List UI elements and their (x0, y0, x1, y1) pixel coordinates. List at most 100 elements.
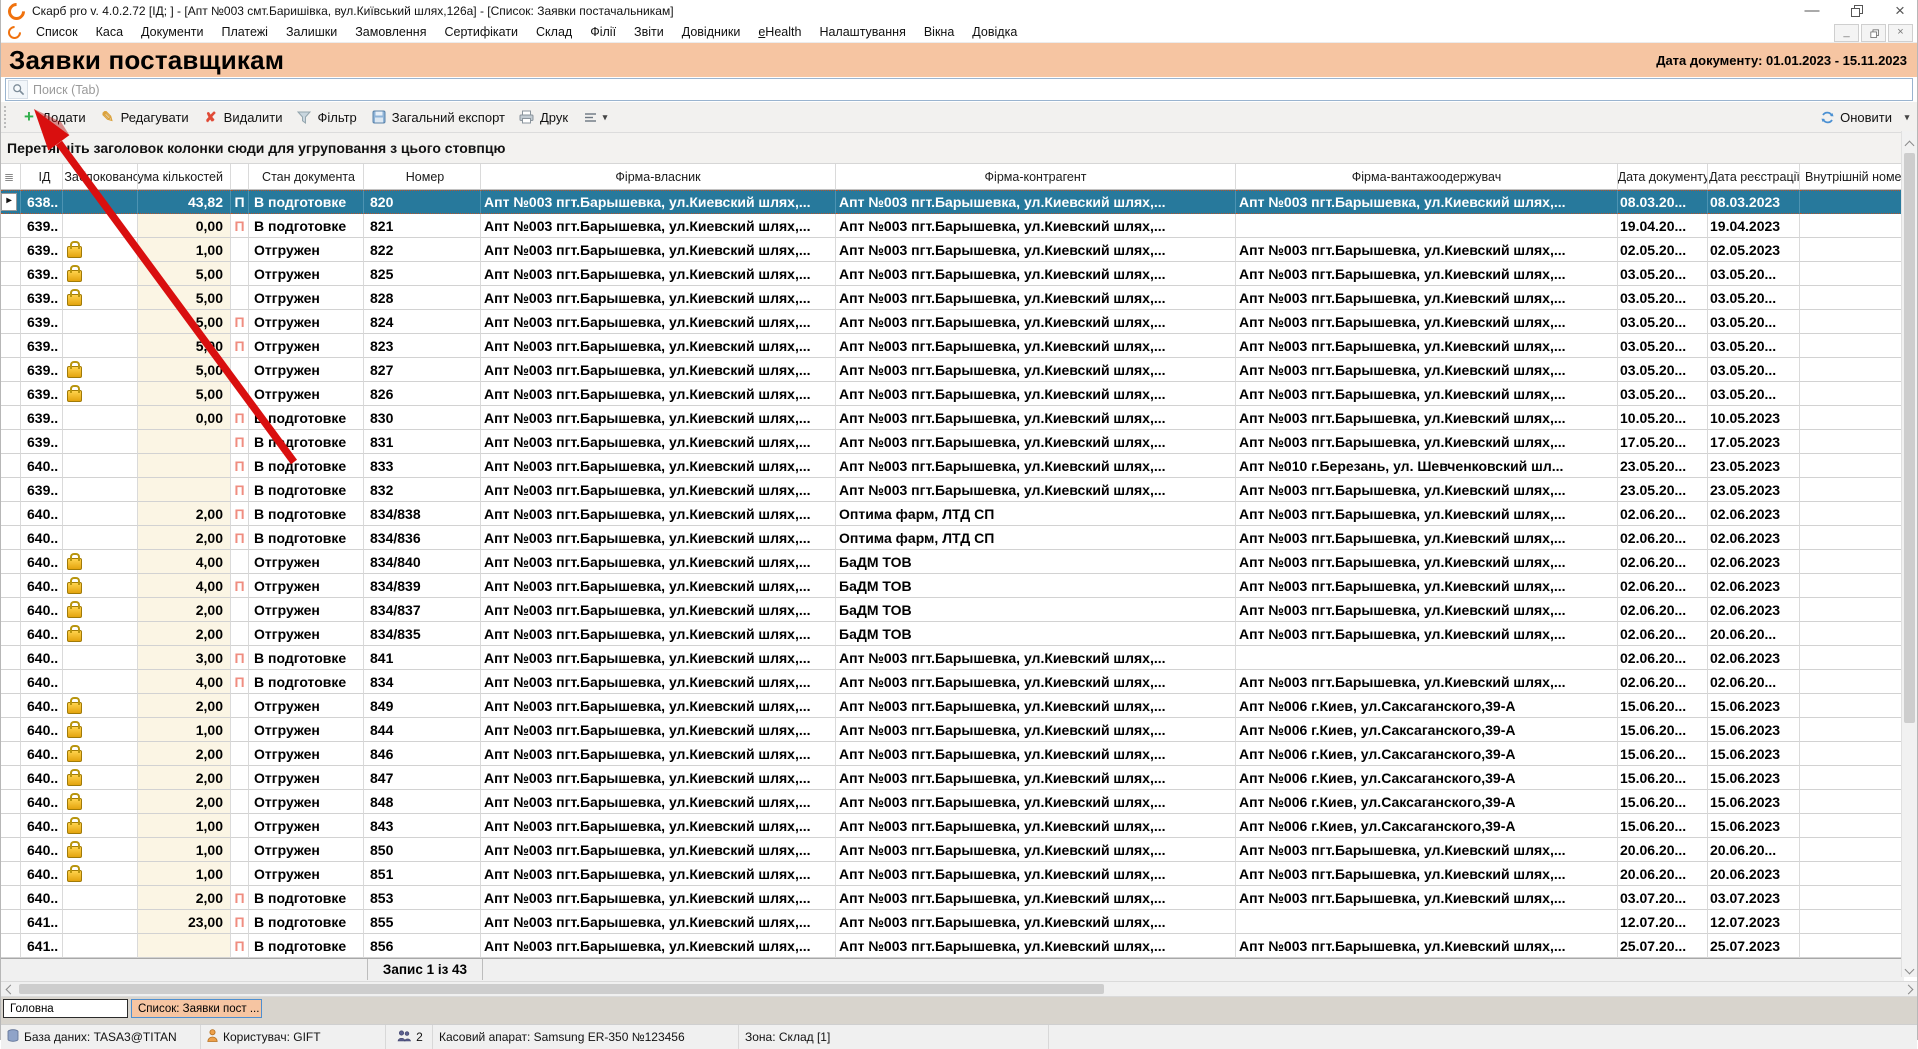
refresh-chevron-down-icon[interactable]: ▾ (1903, 109, 1911, 125)
cell-p[interactable] (231, 622, 249, 646)
search-input[interactable] (28, 80, 1912, 99)
cell-number[interactable]: 834/840 (364, 550, 481, 574)
menu-item[interactable]: Довідка (963, 25, 1026, 39)
cell-date_reg[interactable]: 15.06.2023 (1708, 790, 1800, 814)
cell-internal[interactable] (1800, 358, 1904, 382)
cell-locked[interactable] (63, 646, 138, 670)
cell-consignee[interactable]: Апт №003 пгт.Барышевка, ул.Киевский шлях… (1236, 382, 1618, 406)
cell-number[interactable]: 825 (364, 262, 481, 286)
cell-id[interactable]: 639.. (21, 334, 63, 358)
vertical-scroll-thumb[interactable] (1904, 153, 1915, 723)
cell-date_doc[interactable]: 23.05.20... (1618, 478, 1708, 502)
table-row[interactable]: 640..3,00ПВ подготовке841Апт №003 пгт.Ба… (1, 646, 1904, 670)
cell-date_reg[interactable]: 08.03.2023 (1708, 190, 1800, 214)
cell-internal[interactable] (1800, 382, 1904, 406)
cell-id[interactable]: 640.. (21, 550, 63, 574)
cell-state[interactable]: Отгружен (249, 598, 364, 622)
horizontal-scroll-thumb[interactable] (19, 984, 1104, 994)
cell-date_reg[interactable]: 23.05.2023 (1708, 478, 1800, 502)
cell-state[interactable]: В подготовке (249, 886, 364, 910)
table-row[interactable]: 640..2,00Отгружен834/835Апт №003 пгт.Бар… (1, 622, 1904, 646)
cell-internal[interactable] (1800, 334, 1904, 358)
cell-owner[interactable]: Апт №003 пгт.Барышевка, ул.Киевский шлях… (481, 502, 836, 526)
cell-p[interactable] (231, 286, 249, 310)
cell-owner[interactable]: Апт №003 пгт.Барышевка, ул.Киевский шлях… (481, 262, 836, 286)
cell-locked[interactable] (63, 574, 138, 598)
cell-date_reg[interactable]: 23.05.2023 (1708, 454, 1800, 478)
cell-indicator[interactable] (1, 670, 21, 694)
cell-date_doc[interactable]: 15.06.20... (1618, 766, 1708, 790)
cell-sum[interactable]: 4,00 (138, 550, 231, 574)
cell-id[interactable]: 640.. (21, 814, 63, 838)
cell-indicator[interactable] (1, 934, 21, 958)
cell-indicator[interactable] (1, 214, 21, 238)
cell-state[interactable]: Отгружен (249, 382, 364, 406)
cell-locked[interactable] (63, 502, 138, 526)
cell-date_reg[interactable]: 15.06.2023 (1708, 742, 1800, 766)
cell-date_reg[interactable]: 15.06.2023 (1708, 694, 1800, 718)
cell-date_doc[interactable]: 02.06.20... (1618, 550, 1708, 574)
cell-date_reg[interactable]: 15.06.2023 (1708, 718, 1800, 742)
cell-consignee[interactable] (1236, 646, 1618, 670)
cell-owner[interactable]: Апт №003 пгт.Барышевка, ул.Киевский шлях… (481, 406, 836, 430)
menu-item[interactable]: Філії (581, 25, 625, 39)
vertical-scrollbar[interactable] (1901, 131, 1917, 977)
cell-state[interactable]: Отгружен (249, 310, 364, 334)
cell-number[interactable]: 834/838 (364, 502, 481, 526)
cell-locked[interactable] (63, 238, 138, 262)
cell-date_doc[interactable]: 03.05.20... (1618, 262, 1708, 286)
cell-date_doc[interactable]: 20.06.20... (1618, 862, 1708, 886)
cell-owner[interactable]: Апт №003 пгт.Барышевка, ул.Киевский шлях… (481, 598, 836, 622)
cell-internal[interactable] (1800, 694, 1904, 718)
cell-date_reg[interactable]: 03.05.20... (1708, 286, 1800, 310)
cell-number[interactable]: 833 (364, 454, 481, 478)
cell-internal[interactable] (1800, 814, 1904, 838)
menu-item[interactable]: Залишки (277, 25, 346, 39)
cell-date_doc[interactable]: 15.06.20... (1618, 790, 1708, 814)
tab-supplier-requests-list[interactable]: Список: Заявки пост ... (131, 999, 262, 1018)
table-row[interactable]: 640..2,00Отгружен849Апт №003 пгт.Барышев… (1, 694, 1904, 718)
cell-date_reg[interactable]: 02.06.2023 (1708, 502, 1800, 526)
cell-p[interactable]: П (231, 214, 249, 238)
cell-id[interactable]: 640.. (21, 790, 63, 814)
menu-item[interactable]: Документи (132, 25, 212, 39)
cell-contragent[interactable]: Апт №003 пгт.Барышевка, ул.Киевский шлях… (836, 646, 1236, 670)
cell-number[interactable]: 831 (364, 430, 481, 454)
cell-locked[interactable] (63, 262, 138, 286)
cell-indicator[interactable] (1, 598, 21, 622)
view-options-button[interactable]: ▾ (575, 106, 616, 128)
cell-consignee[interactable]: Апт №003 пгт.Барышевка, ул.Киевский шлях… (1236, 310, 1618, 334)
cell-consignee[interactable]: Апт №006 г.Киев, ул.Саксаганского,39-А (1236, 766, 1618, 790)
cell-date_reg[interactable]: 20.06.20... (1708, 622, 1800, 646)
cell-number[interactable]: 853 (364, 886, 481, 910)
table-row[interactable]: 640..2,00Отгружен846Апт №003 пгт.Барышев… (1, 742, 1904, 766)
cell-date_doc[interactable]: 03.05.20... (1618, 358, 1708, 382)
cell-locked[interactable] (63, 742, 138, 766)
cell-date_doc[interactable]: 03.07.20... (1618, 886, 1708, 910)
cell-indicator[interactable] (1, 358, 21, 382)
cell-p[interactable]: П (231, 526, 249, 550)
cell-contragent[interactable]: Апт №003 пгт.Барышевка, ул.Киевский шлях… (836, 742, 1236, 766)
cell-sum[interactable] (138, 430, 231, 454)
cell-locked[interactable] (63, 454, 138, 478)
cell-consignee[interactable]: Апт №003 пгт.Барышевка, ул.Киевский шлях… (1236, 262, 1618, 286)
cell-indicator[interactable]: ▸ (1, 190, 21, 214)
cell-number[interactable]: 827 (364, 358, 481, 382)
cell-id[interactable]: 639.. (21, 358, 63, 382)
cell-contragent[interactable]: БаДМ ТОВ (836, 574, 1236, 598)
cell-contragent[interactable]: Апт №003 пгт.Барышевка, ул.Киевский шлях… (836, 886, 1236, 910)
scroll-up-button[interactable] (1906, 136, 1916, 148)
cell-id[interactable]: 640.. (21, 622, 63, 646)
cell-indicator[interactable] (1, 886, 21, 910)
cell-consignee[interactable]: Апт №003 пгт.Барышевка, ул.Киевский шлях… (1236, 286, 1618, 310)
cell-sum[interactable]: 5,00 (138, 262, 231, 286)
cell-date_reg[interactable]: 02.06.2023 (1708, 550, 1800, 574)
cell-id[interactable]: 640.. (21, 502, 63, 526)
cell-locked[interactable] (63, 478, 138, 502)
cell-p[interactable] (231, 814, 249, 838)
cell-indicator[interactable] (1, 430, 21, 454)
cell-date_doc[interactable]: 03.05.20... (1618, 382, 1708, 406)
cell-consignee[interactable]: Апт №003 пгт.Барышевка, ул.Киевский шлях… (1236, 190, 1618, 214)
column-header-id[interactable]: ІД (21, 164, 63, 190)
table-row[interactable]: 639..1,00Отгружен822Апт №003 пгт.Барышев… (1, 238, 1904, 262)
